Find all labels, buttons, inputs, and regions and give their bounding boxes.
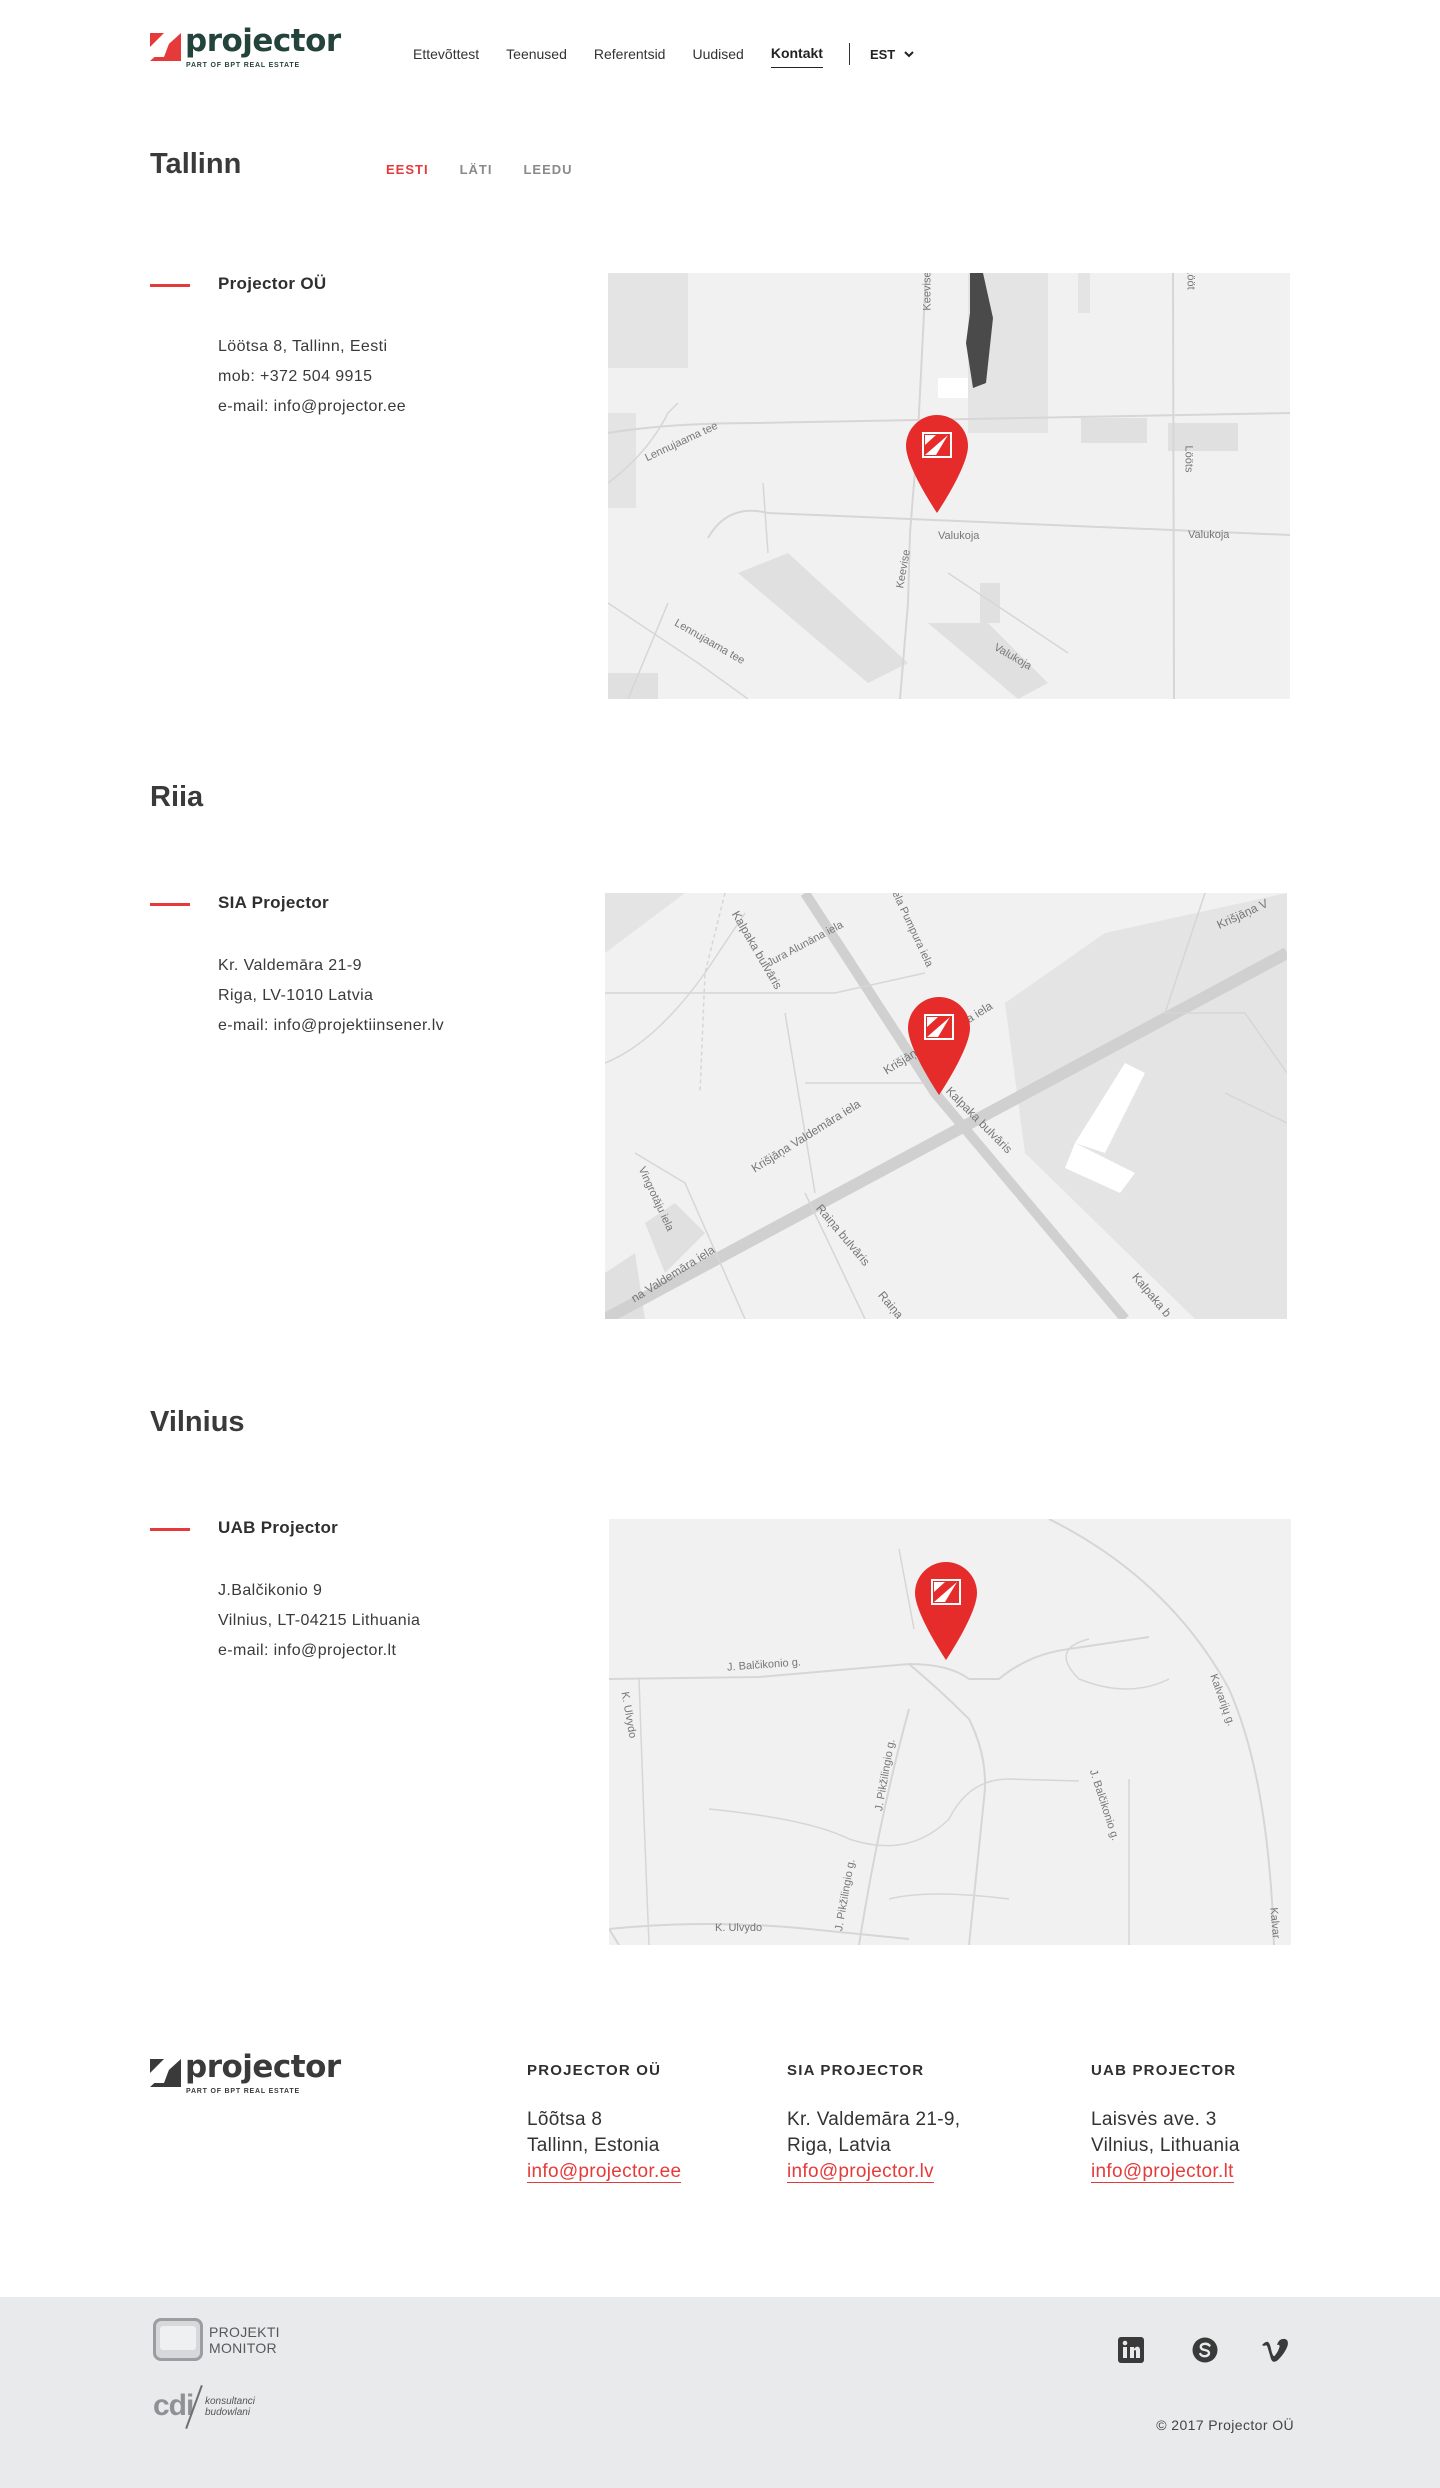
main-nav: Ettevõttest Teenused Referentsid Uudised… (413, 42, 914, 68)
tab-leedu[interactable]: LEEDU (523, 162, 572, 177)
logo-wordmark: projector (185, 2049, 341, 2085)
address-line: Riga, LV-1010 Latvia (218, 987, 374, 1004)
footer-bottom-bar: PROJEKTI MONITOR cdi konsultanci budowla… (0, 2297, 1440, 2488)
nav-item-kontakt[interactable]: Kontakt (770, 45, 823, 68)
nav-item-teenused[interactable]: Teenused (506, 46, 567, 68)
city-title-vilnius: Vilnius (150, 1406, 245, 1438)
map-pin-icon[interactable] (906, 415, 968, 513)
logo-tagline: PART OF BPT REAL ESTATE (186, 62, 300, 69)
site-header: projector PART OF BPT REAL ESTATE Ettevõ… (0, 0, 1440, 106)
map-pin-icon[interactable] (915, 1562, 977, 1660)
nav-item-ettevottest[interactable]: Ettevõttest (413, 46, 479, 68)
address-line: Kr. Valdemāra 21-9 (218, 957, 362, 974)
cdi-wordmark: cdi (153, 2389, 194, 2422)
accent-line (150, 284, 190, 287)
copyright-text: © 2017 Projector OÜ (1156, 2417, 1294, 2433)
logo-tagline: PART OF BPT REAL ESTATE (186, 2088, 300, 2095)
nav-divider (848, 42, 850, 65)
footer-column-lithuania: UAB PROJECTOR Laisvės ave. 3 Vilnius, Li… (1091, 2062, 1240, 2185)
office-address: Löötsa 8, Tallinn, Eesti mob: +372 504 9… (218, 332, 406, 422)
footer-address-line: Vilnius, Lithuania (1091, 2135, 1240, 2156)
footer-address-line: Riga, Latvia (787, 2135, 891, 2156)
footer-column-estonia: PROJECTOR OÜ Lõõtsa 8 Tallinn, Estonia i… (527, 2062, 682, 2185)
footer-column-title: PROJECTOR OÜ (527, 2062, 662, 2079)
chevron-down-icon (904, 51, 914, 58)
tab-lati[interactable]: LÄTI (460, 162, 493, 177)
map-tallinn[interactable]: Lennujaama tee Lennujaama tee Keevise Ke… (608, 273, 1290, 699)
map-street-label: Valukoja (1188, 529, 1230, 541)
map-street-label: K. Ulvydo (715, 1922, 763, 1934)
office-address: Kr. Valdemāra 21-9 Riga, LV-1010 Latvia … (218, 951, 444, 1041)
country-tabs: EESTI LÄTI LEEDU (386, 162, 604, 177)
projekti-monitor-text: PROJEKTI MONITOR (209, 2324, 280, 2356)
city-title-tallinn: Tallinn (150, 148, 242, 180)
email-line[interactable]: e-mail: info@projektiinsener.lv (218, 1011, 444, 1041)
accent-line (150, 903, 190, 906)
map-pin-icon[interactable] (908, 997, 970, 1095)
linkedin-icon[interactable] (1116, 2335, 1146, 2365)
map-street-label: Keevise (921, 273, 934, 311)
logo-wordmark: projector (185, 23, 341, 59)
footer-address-line: Laisvės ave. 3 (1091, 2109, 1217, 2130)
logo-mark-icon (150, 2059, 181, 2087)
pm-line: PROJEKTI (209, 2324, 280, 2340)
language-selector[interactable]: EST (870, 47, 914, 62)
cdi-line: budowlani (205, 2407, 251, 2418)
email-line[interactable]: e-mail: info@projector.ee (218, 392, 406, 422)
nav-item-referentsid[interactable]: Referentsid (594, 46, 666, 68)
language-label: EST (869, 47, 896, 62)
site-logo[interactable]: projector PART OF BPT REAL ESTATE (150, 26, 341, 76)
footer-address-line: Tallinn, Estonia (527, 2135, 660, 2156)
office-name: UAB Projector (218, 1518, 339, 1537)
office-name: SIA Projector (218, 893, 329, 912)
cdi-line: konsultanci (205, 2396, 256, 2407)
projekti-monitor-logo[interactable]: PROJEKTI MONITOR (153, 2318, 283, 2362)
nav-item-uudised[interactable]: Uudised (692, 46, 743, 68)
phone-line: mob: +372 504 9915 (218, 368, 373, 385)
footer-column-latvia: SIA PROJECTOR Kr. Valdemāra 21-9, Riga, … (787, 2062, 960, 2185)
office-name: Projector OÜ (218, 274, 327, 293)
monitor-icon (153, 2318, 203, 2361)
cdi-tagline: konsultanci budowlani (205, 2396, 255, 2418)
footer-address-line: Lõõtsa 8 (527, 2109, 603, 2130)
skype-icon[interactable] (1190, 2335, 1220, 2365)
footer-email-link[interactable]: info@projector.ee (527, 2161, 682, 2183)
footer-logo[interactable]: projector PART OF BPT REAL ESTATE (150, 2052, 341, 2102)
footer-address-line: Kr. Valdemāra 21-9, (787, 2109, 961, 2130)
city-title-riia: Riia (150, 781, 204, 813)
map-street-label: Lööt (1184, 273, 1197, 290)
email-line[interactable]: e-mail: info@projector.lt (218, 1636, 420, 1666)
accent-line (150, 1528, 190, 1531)
footer-column-body: Kr. Valdemāra 21-9, Riga, Latvia info@pr… (787, 2107, 960, 2185)
address-line: Vilnius, LT-04215 Lithuania (218, 1612, 421, 1629)
cdi-logo[interactable]: cdi konsultanci budowlani (153, 2385, 293, 2431)
address-line: J.Balčikonio 9 (218, 1582, 323, 1599)
footer-column-title: UAB PROJECTOR (1091, 2062, 1237, 2079)
map-street-label: Kalvar (1267, 1906, 1282, 1940)
footer-column-title: SIA PROJECTOR (787, 2062, 925, 2079)
map-street-label: Valukoja (938, 530, 980, 542)
footer-email-link[interactable]: info@projector.lt (1091, 2161, 1234, 2183)
vimeo-icon[interactable] (1260, 2335, 1290, 2365)
map-riga[interactable]: Kalpaka bulvāris Jura Alunāna iela ela P… (605, 893, 1287, 1319)
tab-eesti[interactable]: EESTI (386, 162, 429, 177)
footer-column-body: Lõõtsa 8 Tallinn, Estonia info@projector… (527, 2107, 682, 2185)
pm-line: MONITOR (209, 2340, 277, 2356)
office-address: J.Balčikonio 9 Vilnius, LT-04215 Lithuan… (218, 1576, 420, 1666)
footer-email-link[interactable]: info@projector.lv (787, 2161, 934, 2183)
map-street-label: Lööts (1182, 445, 1195, 473)
footer-column-body: Laisvės ave. 3 Vilnius, Lithuania info@p… (1091, 2107, 1240, 2185)
map-vilnius[interactable]: J. Balčikonio g. K. Ulvydo J. Pikžilingi… (609, 1519, 1291, 1945)
address-line: Löötsa 8, Tallinn, Eesti (218, 338, 388, 355)
logo-mark-icon (150, 33, 181, 61)
